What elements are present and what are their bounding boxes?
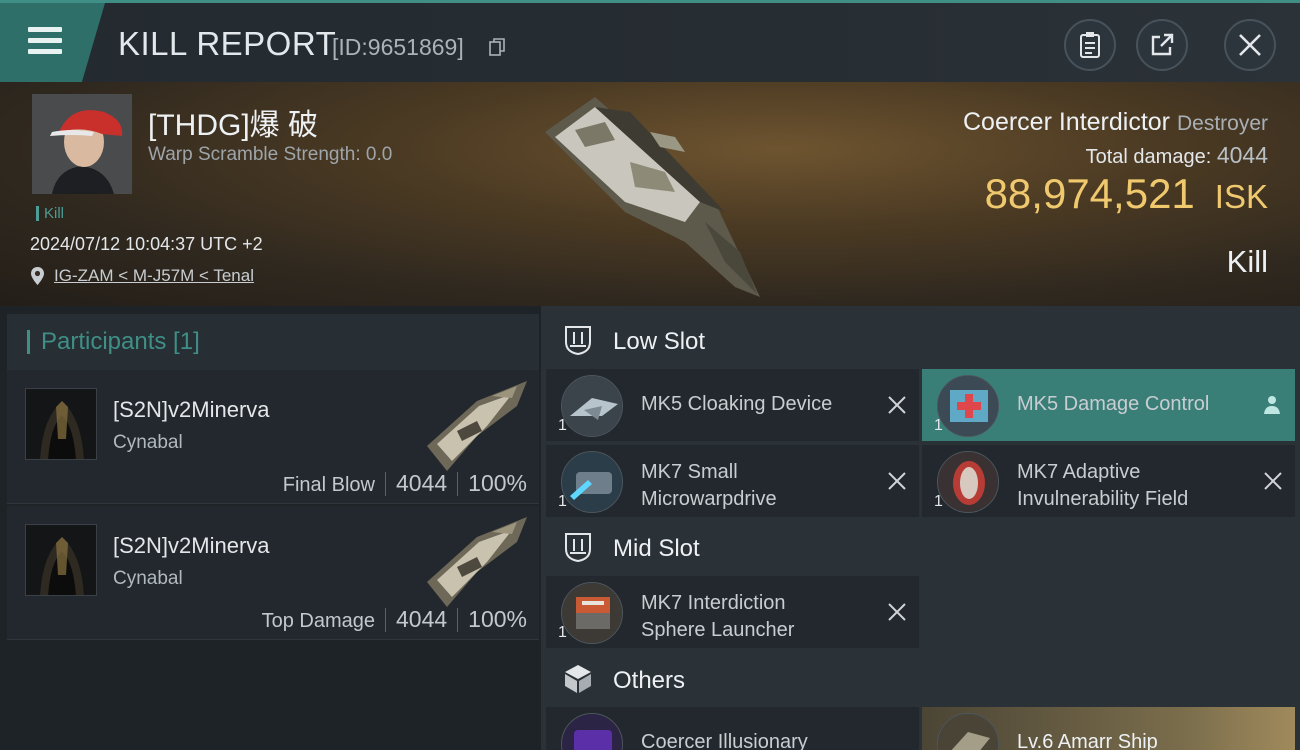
page-title: KILL REPORT [118,25,337,62]
menu-button[interactable] [0,3,105,82]
module-name: Coercer Illusionary [641,731,808,750]
fitting-panel: Low Slot 1 MK5 Cloaking Device 1 MK5 Dam… [541,306,1300,750]
participant-percent: 100% [468,470,527,496]
share-icon [1151,33,1174,56]
participant-role: Top Damage [261,610,375,632]
participant-avatar [25,524,97,596]
participants-header: Participants [1] [7,314,539,370]
participant-row[interactable]: [S2N]v2Minerva Cynabal Top Damage 4044 100… [7,506,539,640]
module-icon [937,451,999,513]
copy-icon[interactable] [489,38,505,56]
participants-title: Participants [1] [27,330,200,354]
module-name: MK5 Damage Control [1017,393,1210,415]
warp-scramble-strength: Warp Scramble Strength: 0.0 [148,144,393,165]
close-icon [1239,34,1261,56]
victim-name[interactable]: [THDG]爆 破 [148,100,318,144]
module-quantity: 1 [558,624,567,641]
participant-ship: Cynabal [113,432,183,453]
participant-name[interactable]: [S2N]v2Minerva [113,397,270,423]
participant-ship: Cynabal [113,568,183,589]
share-button[interactable] [1136,19,1188,71]
kill-datetime: 2024/07/12 10:04:37 UTC +2 [30,234,263,254]
module-icon [561,451,623,513]
ship-class: Destroyer [1176,112,1268,135]
kill-tag: Kill [36,206,64,221]
participant-percent: 100% [468,606,527,632]
module-item[interactable]: 1 MK7 Interdiction Sphere Launcher [546,576,919,648]
module-icon [937,713,999,750]
module-item[interactable]: Lv.6 Amarr Ship [922,707,1295,750]
participant-name[interactable]: [S2N]v2Minerva [113,533,270,559]
isk-amount: 88,974,521 [984,170,1195,217]
top-bar: KILL REPORT [ID:9651869] [0,0,1300,82]
ship-type: Coercer Interdictor [962,108,1171,136]
low-slot-icon [565,326,591,356]
participant-stats: Final Blow 4044 100% [283,470,527,497]
mid-slot-header: Mid Slot [546,519,1300,575]
clipboard-button[interactable] [1064,19,1116,71]
participant-stats: Top Damage 4044 100% [262,606,527,633]
participants-panel: Participants [1] [S2N]v2Minerva Cynabal … [0,306,541,750]
module-item[interactable]: 1 MK5 Cloaking Device [546,369,919,441]
mid-slot-label: Mid Slot [613,535,700,562]
report-id: [ID:9651869] [332,34,464,60]
module-name: MK5 Cloaking Device [641,393,833,415]
close-button[interactable] [1224,19,1276,71]
module-item[interactable]: Coercer Illusionary [546,707,919,750]
cube-icon [565,665,591,693]
mid-slot-icon [565,533,591,563]
module-icon [937,375,999,437]
module-quantity: 1 [934,493,943,510]
destroyed-x-icon [888,396,906,414]
module-icon [561,582,623,644]
participant-ship-image [427,517,527,607]
dropped-person-icon [1264,396,1280,414]
location-pin-icon [31,267,44,285]
destroyed-x-icon [888,472,906,490]
clipboard-icon [1080,32,1100,58]
module-item[interactable]: 1 MK7 Adaptive Invulnerability Field [922,445,1295,517]
victim-avatar[interactable] [32,94,132,194]
module-name: MK7 Small Microwarpdrive [641,461,777,510]
total-damage-value: 4044 [1216,142,1268,168]
low-slot-label: Low Slot [613,328,706,355]
participant-damage: 4044 [396,470,448,496]
module-name: MK7 Interdiction Sphere Launcher [641,592,795,641]
kill-summary-banner: [THDG]爆 破 Warp Scramble Strength: 0.0 Ki… [0,82,1300,306]
isk-value: 88,974,521 ISK [985,170,1268,218]
location-link[interactable]: IG-ZAM < M-J57M < Tenal [54,266,254,286]
module-item[interactable]: 1 MK5 Damage Control [922,369,1295,441]
isk-unit: ISK [1214,178,1268,215]
participant-role: Final Blow [282,474,375,496]
module-name: MK7 Adaptive Invulnerability Field [1017,461,1189,510]
participant-damage: 4044 [396,606,448,632]
module-quantity: 1 [934,417,943,434]
participant-avatar [25,388,97,460]
module-quantity: 1 [558,417,567,434]
destroyed-x-icon [888,603,906,621]
others-header: Others [546,651,1300,707]
victim-ship-image [545,97,760,297]
module-name: Lv.6 Amarr Ship [1017,731,1158,750]
low-slot-header: Low Slot [546,312,1300,368]
participant-row[interactable]: [S2N]v2Minerva Cynabal Final Blow 4044 100… [7,370,539,504]
module-icon [561,375,623,437]
total-damage-label: Total damage: [1085,146,1212,168]
participant-ship-image [427,381,527,471]
victim-ship-name[interactable]: Coercer Interdictor Destroyer [963,108,1268,137]
total-damage: Total damage: 4044 [1086,142,1268,169]
destroyed-x-icon [1264,472,1282,490]
module-item[interactable]: 1 MK7 Small Microwarpdrive [546,445,919,517]
others-label: Others [613,667,686,694]
result-label: Kill [1226,244,1268,279]
module-icon [561,713,623,750]
module-quantity: 1 [558,493,567,510]
